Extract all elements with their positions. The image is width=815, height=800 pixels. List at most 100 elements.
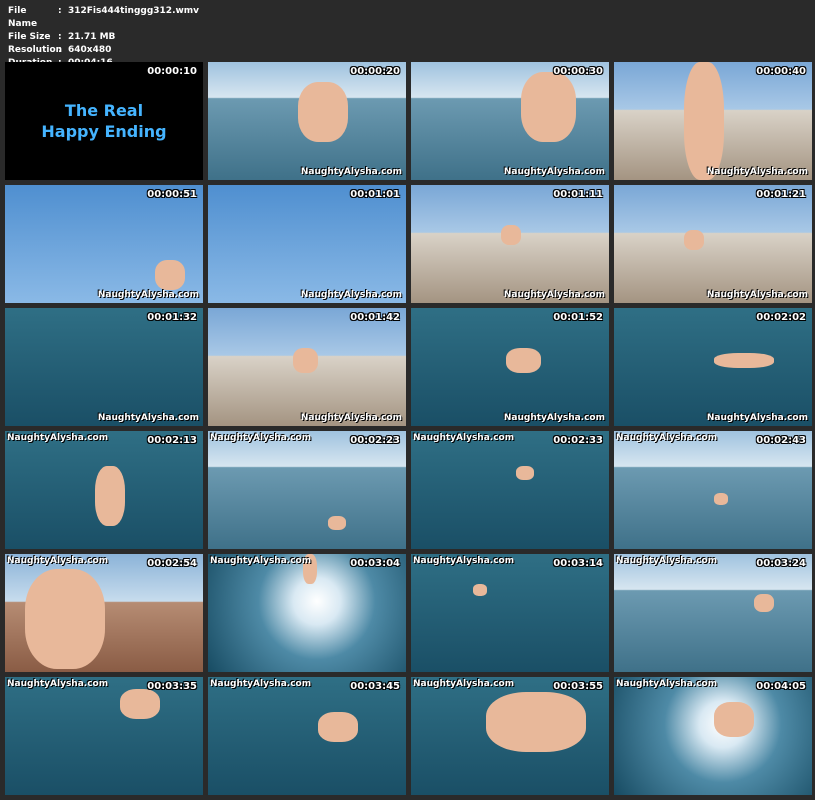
watermark: NaughtyAlysha.com: [503, 167, 605, 177]
timestamp: 00:02:02: [756, 312, 806, 323]
timestamp: 00:00:10: [147, 66, 197, 77]
watermark: NaughtyAlysha.com: [300, 413, 402, 423]
figure-shape: [684, 62, 724, 180]
figure-shape: [714, 702, 754, 737]
video-thumbnail: 00:01:42 NaughtyAlysha.com: [208, 308, 406, 426]
video-thumbnail: The Real Happy Ending 00:00:10: [5, 62, 203, 180]
figure-shape: [120, 689, 160, 719]
figure-shape: [501, 225, 521, 245]
video-thumbnail: 00:02:43 NaughtyAlysha.com: [614, 431, 812, 549]
watermark: NaughtyAlysha.com: [616, 556, 718, 566]
resolution-label: Resolution: [8, 45, 63, 55]
separator: :: [58, 45, 62, 55]
video-thumbnail: 00:01:52 NaughtyAlysha.com: [411, 308, 609, 426]
timestamp: 00:02:33: [553, 435, 603, 446]
separator: :: [58, 6, 62, 16]
timestamp: 00:01:52: [553, 312, 603, 323]
title-line: Happy Ending: [41, 122, 167, 141]
video-thumbnail: 00:03:55 NaughtyAlysha.com: [411, 677, 609, 795]
watermark: NaughtyAlysha.com: [706, 167, 808, 177]
figure-shape: [155, 260, 185, 290]
video-thumbnail: 00:03:35 NaughtyAlysha.com: [5, 677, 203, 795]
video-thumbnail: 00:00:20 NaughtyAlysha.com: [208, 62, 406, 180]
timestamp: 00:04:05: [756, 681, 806, 692]
figure-shape: [25, 569, 105, 669]
timestamp: 00:02:23: [350, 435, 400, 446]
video-thumbnail: 00:03:04 NaughtyAlysha.com: [208, 554, 406, 672]
timestamp: 00:03:04: [350, 558, 400, 569]
watermark: NaughtyAlysha.com: [413, 679, 515, 689]
file-info: File Name : 312Fis444tinggg312.wmv File …: [8, 5, 199, 70]
video-thumbnail: 00:03:14 NaughtyAlysha.com: [411, 554, 609, 672]
figure-shape: [293, 348, 318, 373]
figure-shape: [684, 230, 704, 250]
watermark: NaughtyAlysha.com: [706, 290, 808, 300]
figure-shape: [486, 692, 586, 752]
timestamp: 00:02:54: [147, 558, 197, 569]
timestamp: 00:00:20: [350, 66, 400, 77]
timestamp: 00:01:42: [350, 312, 400, 323]
watermark: NaughtyAlysha.com: [7, 556, 109, 566]
file-size-value: 21.71 MB: [68, 32, 116, 42]
video-thumbnail: 00:03:45 NaughtyAlysha.com: [208, 677, 406, 795]
timestamp: 00:03:24: [756, 558, 806, 569]
file-name-row: File Name : 312Fis444tinggg312.wmv: [8, 5, 199, 31]
figure-shape: [516, 466, 534, 480]
file-name-value: 312Fis444tinggg312.wmv: [68, 6, 200, 16]
title-card-text: The Real Happy Ending: [5, 100, 203, 142]
timestamp: 00:03:35: [147, 681, 197, 692]
figure-shape: [318, 712, 358, 742]
watermark: NaughtyAlysha.com: [413, 556, 515, 566]
timestamp: 00:01:11: [553, 189, 603, 200]
video-thumbnail: 00:00:40 NaughtyAlysha.com: [614, 62, 812, 180]
figure-shape: [473, 584, 487, 596]
figure-shape: [506, 348, 541, 373]
watermark: NaughtyAlysha.com: [300, 290, 402, 300]
watermark: NaughtyAlysha.com: [210, 556, 312, 566]
watermark: NaughtyAlysha.com: [7, 679, 109, 689]
video-thumbnail: 00:02:33 NaughtyAlysha.com: [411, 431, 609, 549]
video-thumbnail: 00:03:24 NaughtyAlysha.com: [614, 554, 812, 672]
figure-shape: [714, 353, 774, 368]
timestamp: 00:01:21: [756, 189, 806, 200]
timestamp: 00:01:01: [350, 189, 400, 200]
watermark: NaughtyAlysha.com: [503, 413, 605, 423]
video-thumbnail: 00:00:30 NaughtyAlysha.com: [411, 62, 609, 180]
video-thumbnail: 00:00:51 NaughtyAlysha.com: [5, 185, 203, 303]
timestamp: 00:00:40: [756, 66, 806, 77]
timestamp: 00:00:51: [147, 189, 197, 200]
title-line: The Real: [64, 101, 144, 120]
timestamp: 00:03:55: [553, 681, 603, 692]
figure-shape: [328, 516, 346, 530]
resolution-row: Resolution : 640x480: [8, 44, 199, 57]
watermark: NaughtyAlysha.com: [503, 290, 605, 300]
timestamp: 00:00:30: [553, 66, 603, 77]
watermark: NaughtyAlysha.com: [616, 433, 718, 443]
watermark: NaughtyAlysha.com: [706, 413, 808, 423]
file-size-row: File Size : 21.71 MB: [8, 31, 199, 44]
timestamp: 00:03:45: [350, 681, 400, 692]
figure-shape: [95, 466, 125, 526]
video-thumbnail: 00:01:01 NaughtyAlysha.com: [208, 185, 406, 303]
figure-shape: [714, 493, 728, 505]
video-thumbnail: 00:04:05 NaughtyAlysha.com: [614, 677, 812, 795]
figure-shape: [521, 72, 576, 142]
watermark: NaughtyAlysha.com: [413, 433, 515, 443]
figure-shape: [754, 594, 774, 612]
timestamp: 00:02:43: [756, 435, 806, 446]
file-name-label: File Name: [8, 6, 38, 29]
watermark: NaughtyAlysha.com: [210, 433, 312, 443]
video-thumbnail: 00:02:02 NaughtyAlysha.com: [614, 308, 812, 426]
video-thumbnail: 00:01:21 NaughtyAlysha.com: [614, 185, 812, 303]
video-thumbnail: 00:02:13 NaughtyAlysha.com: [5, 431, 203, 549]
watermark: NaughtyAlysha.com: [300, 167, 402, 177]
watermark: NaughtyAlysha.com: [616, 679, 718, 689]
watermark: NaughtyAlysha.com: [7, 433, 109, 443]
figure-shape: [298, 82, 348, 142]
video-thumbnail: 00:02:54 NaughtyAlysha.com: [5, 554, 203, 672]
watermark: NaughtyAlysha.com: [97, 290, 199, 300]
file-size-label: File Size: [8, 32, 51, 42]
video-thumbnail: 00:01:32 NaughtyAlysha.com: [5, 308, 203, 426]
watermark: NaughtyAlysha.com: [210, 679, 312, 689]
separator: :: [58, 32, 62, 42]
